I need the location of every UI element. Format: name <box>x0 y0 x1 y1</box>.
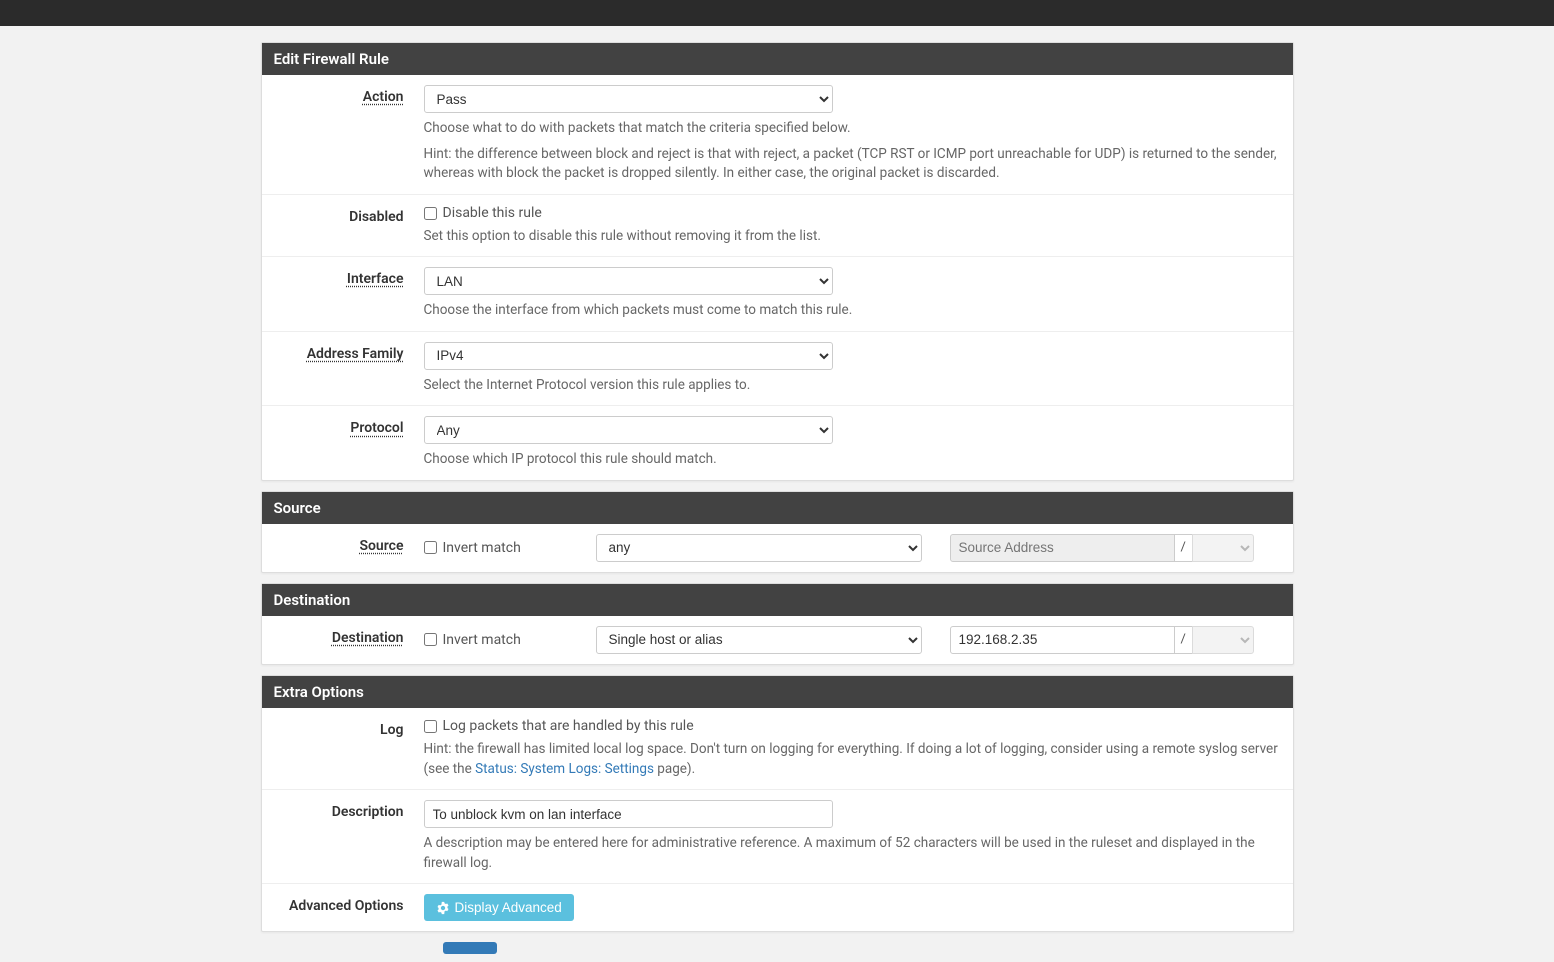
log-checkbox-label: Log packets that are handled by this rul… <box>443 718 694 734</box>
source-slash: / <box>1175 534 1192 562</box>
panel-header-source: Source <box>262 492 1293 524</box>
row-disabled: Disabled Disable this rule Set this opti… <box>262 195 1293 258</box>
source-invert-label: Invert match <box>443 540 521 556</box>
row-destination: Destination Invert match Single host or … <box>262 616 1293 664</box>
display-advanced-button[interactable]: Display Advanced <box>424 894 574 921</box>
disabled-help: Set this option to disable this rule wit… <box>424 227 1281 247</box>
panel-header-destination: Destination <box>262 584 1293 616</box>
label-interface: Interface <box>274 267 424 321</box>
save-row <box>261 942 1294 962</box>
system-logs-link[interactable]: Status: System Logs: Settings <box>475 761 654 777</box>
label-action: Action <box>274 85 424 184</box>
label-protocol: Protocol <box>274 416 424 470</box>
protocol-help: Choose which IP protocol this rule shoul… <box>424 450 1281 470</box>
destination-invert-label: Invert match <box>443 632 521 648</box>
label-destination: Destination <box>274 626 424 654</box>
action-help-2: Hint: the difference between block and r… <box>424 145 1281 184</box>
panel-destination: Destination Destination Invert match Sin… <box>261 583 1294 665</box>
label-description: Description <box>274 800 424 873</box>
panel-edit-firewall-rule: Edit Firewall Rule Action Pass Choose wh… <box>261 42 1294 481</box>
panel-header-edit: Edit Firewall Rule <box>262 43 1293 75</box>
description-help: A description may be entered here for ad… <box>424 834 1281 873</box>
row-interface: Interface LAN Choose the interface from … <box>262 257 1293 332</box>
interface-select[interactable]: LAN <box>424 267 833 295</box>
label-advanced-options: Advanced Options <box>274 894 424 921</box>
label-source: Source <box>274 534 424 562</box>
gear-icon <box>436 901 450 915</box>
destination-type-select[interactable]: Single host or alias <box>596 626 922 654</box>
address-family-help: Select the Internet Protocol version thi… <box>424 376 1281 396</box>
label-address-family: Address Family <box>274 342 424 396</box>
label-disabled: Disabled <box>274 205 424 247</box>
panel-source: Source Source Invert match any <box>261 491 1294 573</box>
destination-address-input[interactable] <box>950 626 1175 654</box>
action-help-1: Choose what to do with packets that matc… <box>424 119 1281 139</box>
label-log: Log <box>274 718 424 779</box>
main-container: Edit Firewall Rule Action Pass Choose wh… <box>261 42 1294 962</box>
source-address-input[interactable] <box>950 534 1175 562</box>
action-select[interactable]: Pass <box>424 85 833 113</box>
row-address-family: Address Family IPv4 Select the Internet … <box>262 332 1293 407</box>
panel-extra-options: Extra Options Log Log packets that are h… <box>261 675 1294 932</box>
interface-help: Choose the interface from which packets … <box>424 301 1281 321</box>
destination-slash: / <box>1175 626 1192 654</box>
row-protocol: Protocol Any Choose which IP protocol th… <box>262 406 1293 480</box>
source-type-select[interactable]: any <box>596 534 922 562</box>
row-log: Log Log packets that are handled by this… <box>262 708 1293 790</box>
row-description: Description A description may be entered… <box>262 790 1293 884</box>
log-help: Hint: the firewall has limited local log… <box>424 740 1281 779</box>
destination-invert-checkbox[interactable] <box>424 633 437 646</box>
protocol-select[interactable]: Any <box>424 416 833 444</box>
top-navbar <box>0 0 1554 26</box>
row-action: Action Pass Choose what to do with packe… <box>262 75 1293 195</box>
description-input[interactable] <box>424 800 833 828</box>
address-family-select[interactable]: IPv4 <box>424 342 833 370</box>
disabled-checkbox-label: Disable this rule <box>443 205 542 221</box>
panel-header-extra: Extra Options <box>262 676 1293 708</box>
disabled-checkbox[interactable] <box>424 207 437 220</box>
save-button[interactable] <box>443 942 497 954</box>
source-invert-checkbox[interactable] <box>424 541 437 554</box>
row-source: Source Invert match any <box>262 524 1293 572</box>
source-mask-select[interactable] <box>1192 534 1254 562</box>
destination-mask-select[interactable] <box>1192 626 1254 654</box>
log-checkbox[interactable] <box>424 720 437 733</box>
row-advanced-options: Advanced Options Display Advanced <box>262 884 1293 931</box>
